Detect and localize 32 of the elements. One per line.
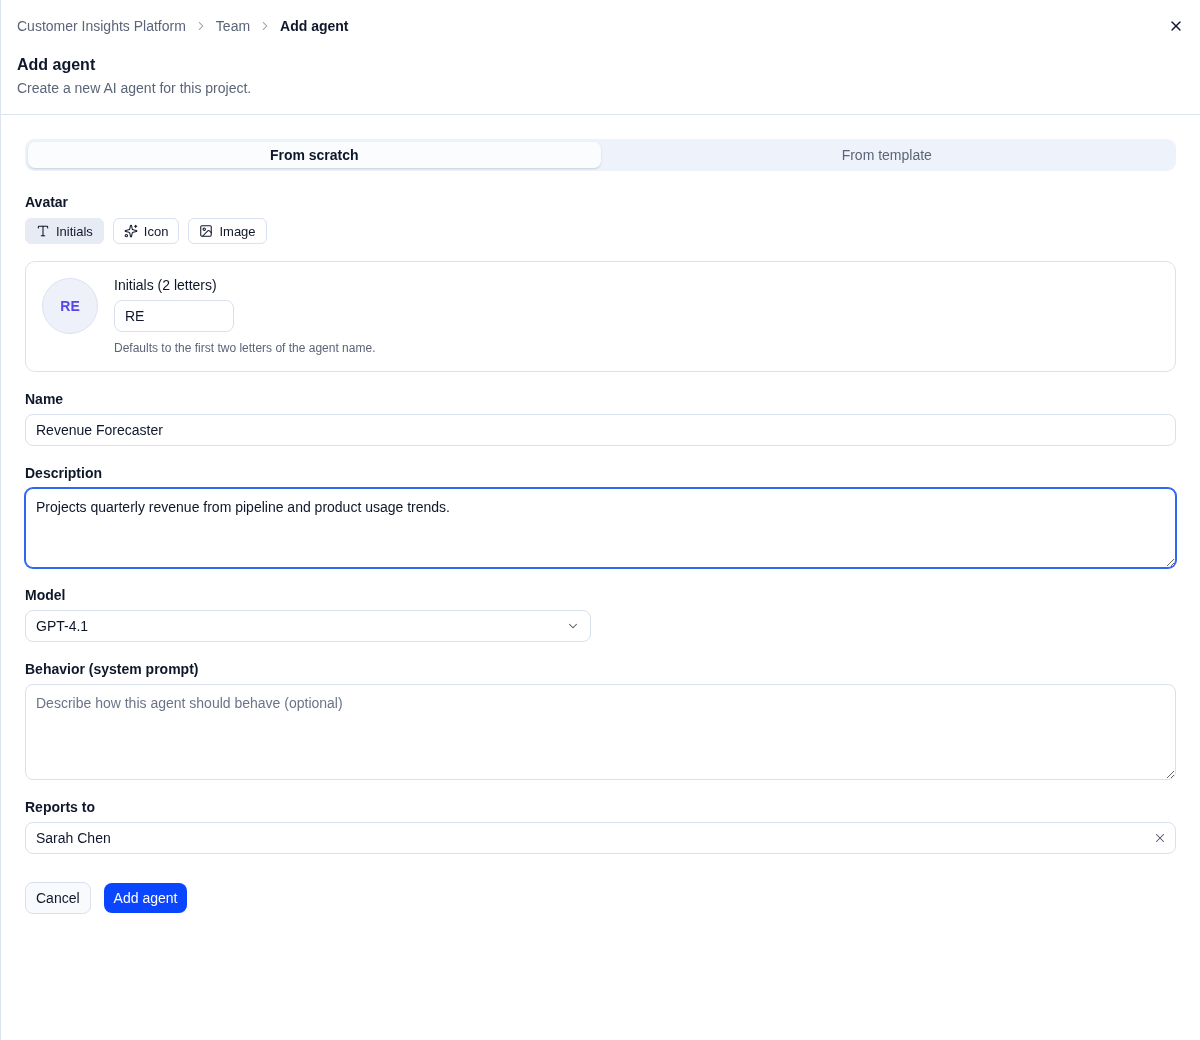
field-label: Avatar — [25, 193, 70, 212]
field-label: Name — [25, 390, 65, 409]
field-label: Initials (2 letters) — [114, 276, 218, 295]
image-icon — [199, 224, 214, 238]
avatar-type-button[interactable]: Image — [188, 218, 267, 244]
field-label: Reports to — [25, 798, 96, 817]
breadcrumb-link[interactable]: Customer Insights Platform — [17, 16, 186, 36]
mode-tab[interactable]: From template — [600, 142, 1173, 168]
behavior-textarea[interactable]: Describe how this agent should behave (optional) — [25, 684, 1176, 780]
breadcrumb-current: Add agent — [280, 17, 349, 36]
description-textarea[interactable]: Projects quarterly revenue from pipeline and product usage trends. — [25, 488, 1176, 568]
name-input[interactable]: Revenue Forecaster — [25, 414, 1176, 446]
panel-subtitle: Create a new AI agent for this project. — [17, 79, 253, 98]
add-agent-button[interactable]: Add agent — [103, 883, 188, 913]
sparkles-icon — [123, 224, 138, 238]
panel-title: Add agent — [17, 55, 97, 75]
letter-t-icon — [36, 224, 50, 238]
hint-text: Defaults to the first two letters of the agent name. — [114, 340, 376, 356]
avatar-type-button[interactable]: Initials — [25, 218, 104, 244]
clear-button[interactable] — [1153, 831, 1167, 845]
breadcrumb-link[interactable]: Team — [215, 16, 251, 36]
reports-to-input[interactable]: Sarah Chen — [25, 822, 1176, 854]
initials-input[interactable]: RE — [114, 300, 234, 332]
cancel-button[interactable]: Cancel — [25, 882, 91, 914]
model-select[interactable]: GPT-4.1 — [25, 610, 591, 642]
field-label: Behavior (system prompt) — [25, 660, 200, 679]
avatar-initials-circle: RE — [42, 278, 98, 334]
mode-tab[interactable]: From scratch — [28, 142, 601, 168]
field-label: Model — [25, 586, 67, 605]
field-label: Description — [25, 464, 103, 483]
close-icon — [1153, 831, 1167, 845]
avatar-type-button[interactable]: Icon — [112, 218, 180, 244]
